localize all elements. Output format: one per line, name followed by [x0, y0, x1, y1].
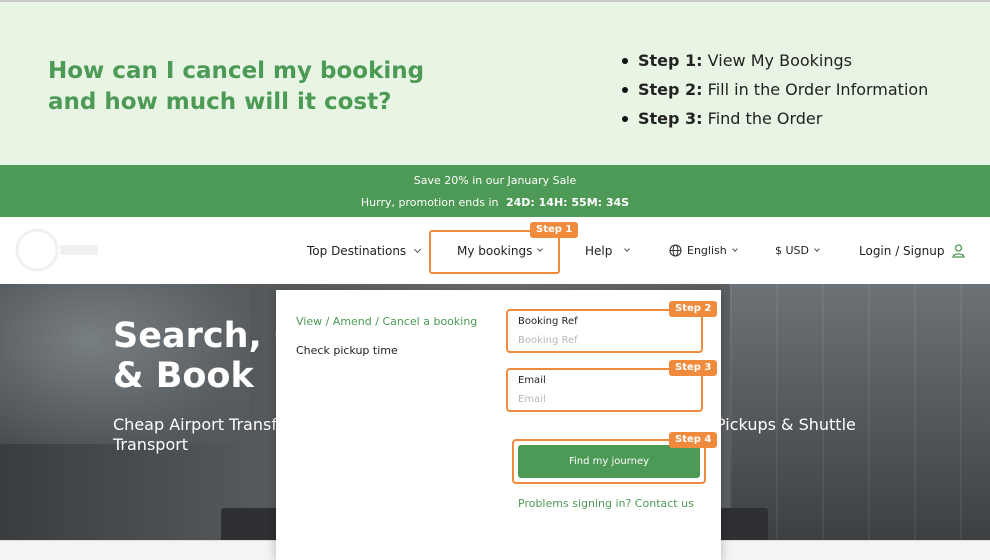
faq-step-2-label: Step 2: [638, 80, 703, 99]
check-pickup-link[interactable]: Check pickup time [296, 344, 398, 357]
nav-language[interactable]: English [669, 217, 738, 284]
nav-login-label: Login / Signup [859, 243, 945, 258]
faq-step-2-text: Fill in the Order Information [707, 80, 929, 99]
faq-step-2: Step 2: Fill in the Order Information [620, 75, 928, 104]
promo-countdown-prefix: Hurry, promotion ends in [360, 196, 499, 209]
email-input[interactable] [518, 394, 688, 405]
hero-subtitle-right: Pickups & Shuttle [716, 415, 856, 434]
booking-ref-input[interactable] [518, 335, 688, 346]
email-label: Email [518, 375, 546, 386]
nav-help-label: Help [585, 243, 613, 258]
site-logo[interactable] [12, 225, 102, 275]
nav-top-destinations[interactable]: Top Destinations [307, 217, 422, 284]
hero-window-right [730, 284, 990, 540]
faq-step-3-text: Find the Order [707, 109, 823, 128]
promo-countdown: 24D: 14H: 55M: 34S [505, 196, 630, 209]
promo-bar: Save 20% in our January Sale Hurry, prom… [0, 165, 990, 217]
user-icon [952, 243, 966, 258]
nav-currency[interactable]: $ USD [775, 217, 820, 284]
faq-step-3-label: Step 3: [638, 109, 703, 128]
chevron-down-icon [731, 246, 738, 252]
faq-step-3: Step 3: Find the Order [620, 104, 928, 133]
globe-icon [669, 244, 682, 257]
chevron-down-icon [624, 246, 631, 252]
step-3-tag: Step 3 [669, 360, 718, 376]
nav-help[interactable]: Help [585, 217, 631, 284]
step-2-tag: Step 2 [669, 301, 718, 317]
faq-question: How can I cancel my booking and how much… [48, 58, 425, 115]
faq-step-1-text: View My Bookings [707, 51, 852, 70]
promo-countdown-line: Hurry, promotion ends in 24D: 14H: 55M: … [0, 196, 990, 209]
faq-step-1: Step 1: View My Bookings [620, 46, 928, 75]
booking-ref-label: Booking Ref [518, 316, 578, 327]
faq-step-1-label: Step 1: [638, 51, 703, 70]
step-1-tag: Step 1 [530, 222, 579, 238]
nav-language-label: English [687, 244, 727, 257]
nav-top-destinations-label: Top Destinations [307, 243, 407, 258]
chevron-down-icon [814, 246, 820, 252]
find-journey-button[interactable]: Find my journey [518, 445, 700, 478]
hero-subtitle-left: Cheap Airport Transf Transport [113, 415, 277, 454]
view-amend-cancel-link[interactable]: View / Amend / Cancel a booking [296, 315, 477, 328]
step-4-tag: Step 4 [669, 432, 718, 448]
chevron-down-icon [414, 245, 422, 253]
faq-steps: Step 1: View My Bookings Step 2: Fill in… [620, 46, 928, 133]
promo-headline: Save 20% in our January Sale [413, 174, 577, 187]
problems-signing-in-link[interactable]: Problems signing in? Contact us [518, 497, 694, 510]
nav-login[interactable]: Login / Signup [859, 217, 966, 284]
nav-currency-label: $ USD [775, 244, 809, 257]
